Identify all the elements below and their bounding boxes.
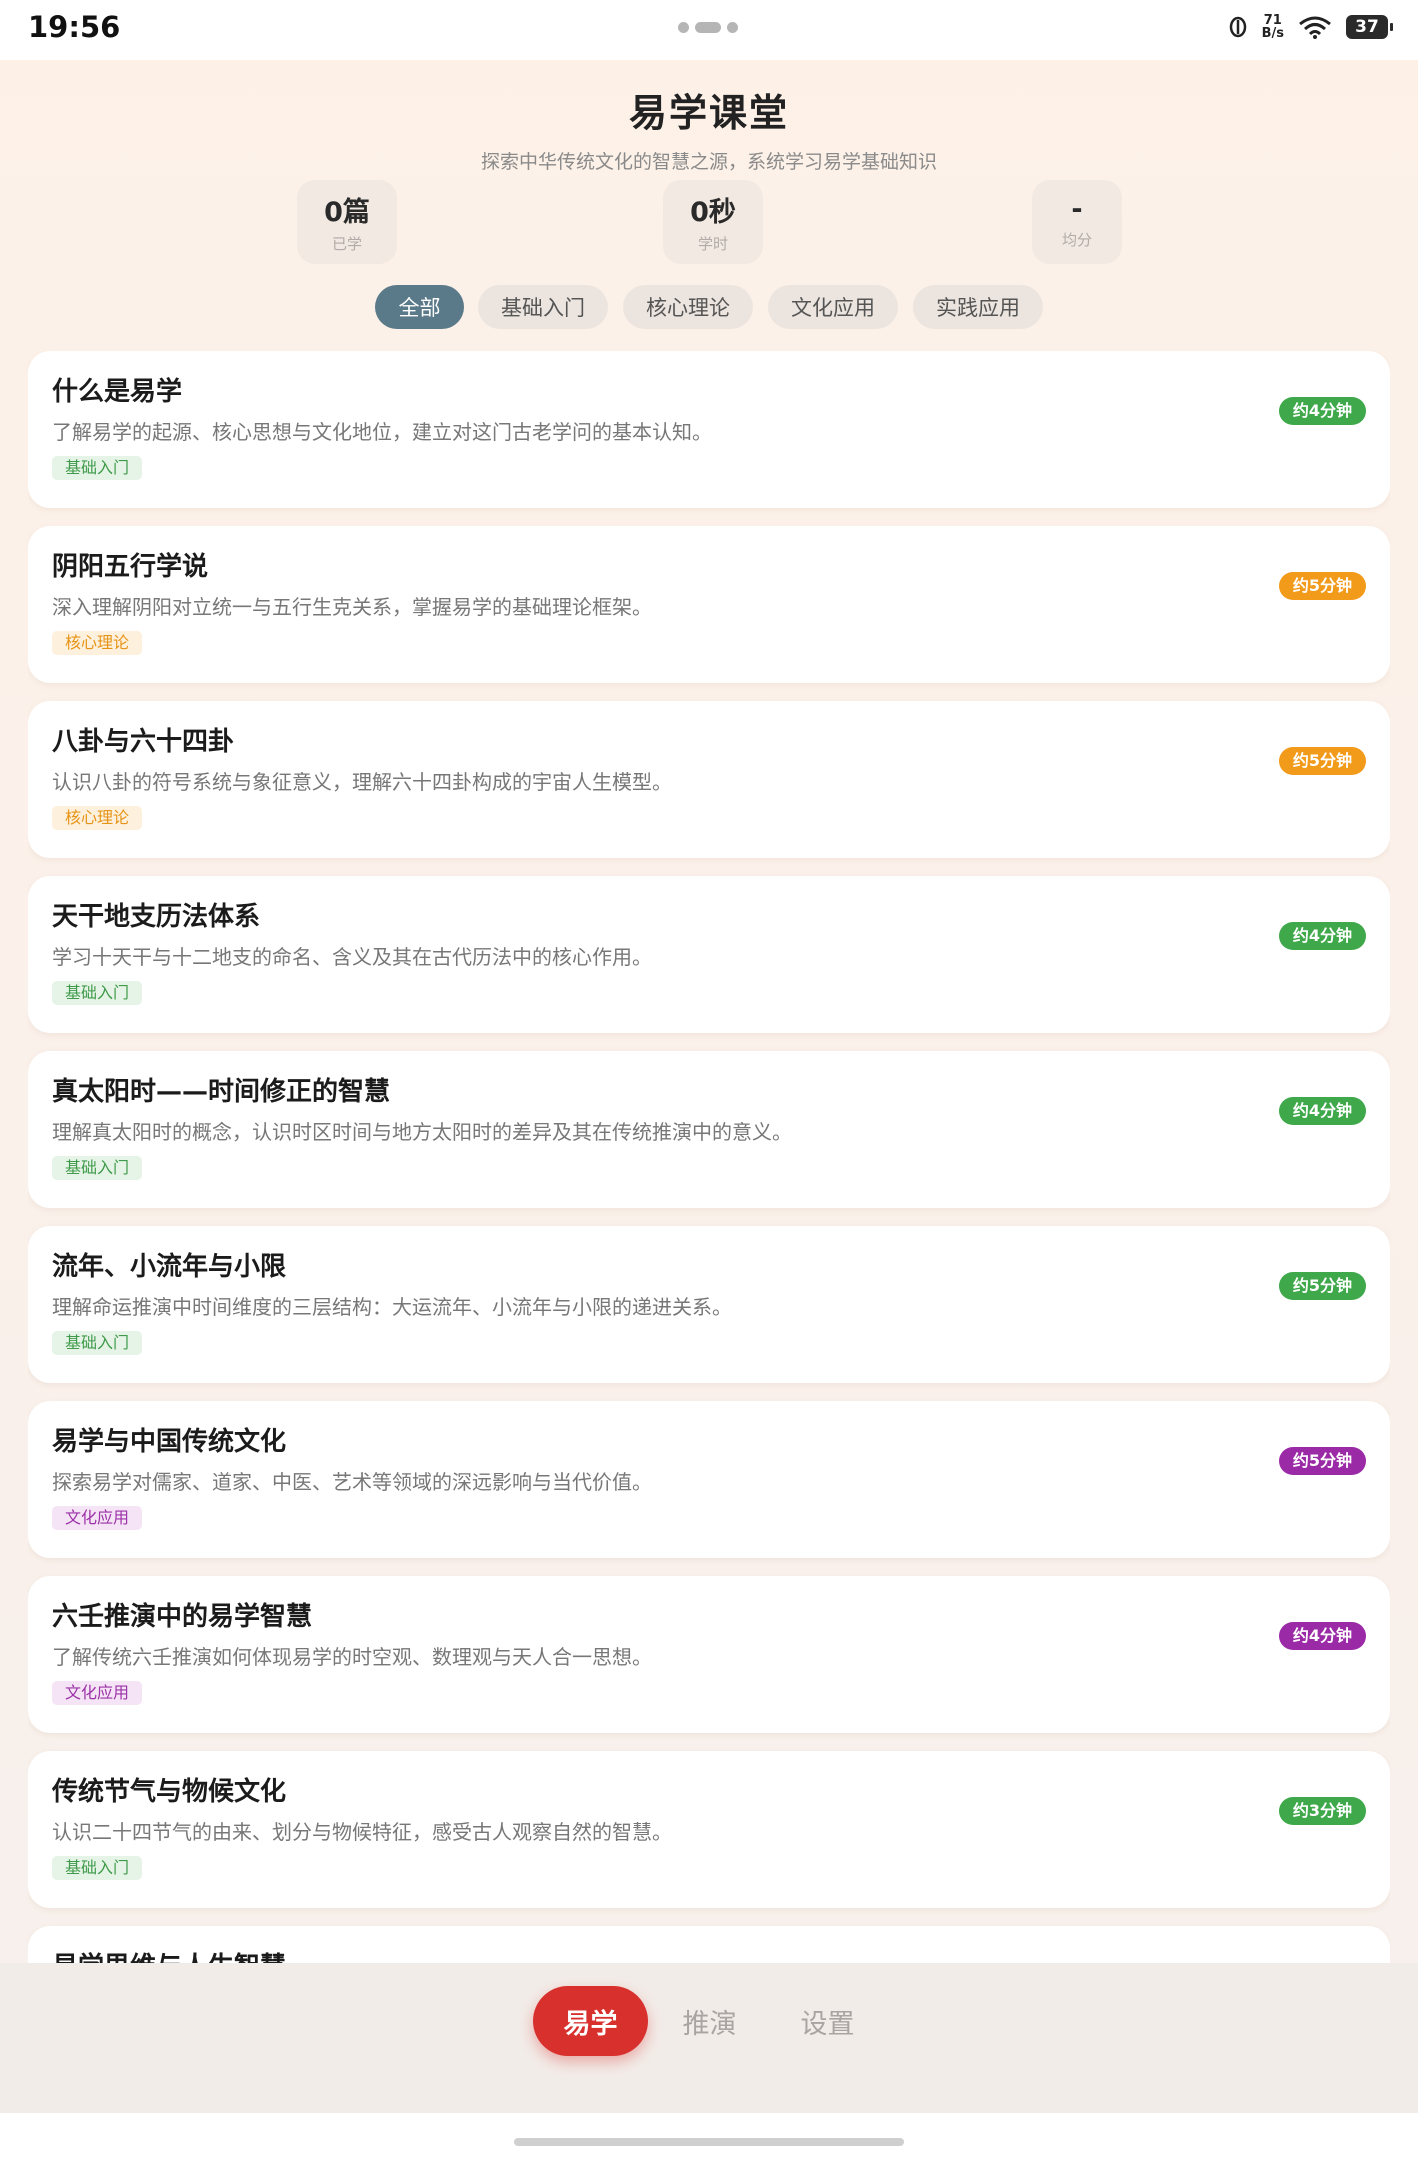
lesson-duration-badge: 约4分钟 (1278, 397, 1366, 425)
lesson-card[interactable]: 天干地支历法体系学习十天干与十二地支的命名、含义及其在古代历法中的核心作用。 基础… (28, 876, 1390, 1033)
lesson-card[interactable]: 流年、小流年与小限理解命运推演中时间维度的三层结构：大运流年、小流年与小限的递进… (28, 1226, 1390, 1383)
lesson-description: 了解易学的起源、核心思想与文化地位，建立对这门古老学问的基本认知。 (52, 420, 712, 444)
lesson-title: 易学与中国传统文化 (52, 1427, 287, 1457)
stat-value: 0篇 (324, 197, 370, 228)
lesson-description: 认识二十四节气的由来、划分与物候特征，感受古人观察自然的智慧。 (52, 1820, 672, 1844)
battery-icon: 37 (1346, 15, 1393, 39)
stat-label: 学时 (697, 235, 728, 253)
status-icons: 71 B/s 37 (1228, 14, 1393, 40)
lesson-duration-badge: 约4分钟 (1278, 1097, 1366, 1125)
lesson-duration-badge: 约5分钟 (1278, 572, 1366, 600)
lesson-duration-badge: 约5分钟 (1278, 1447, 1366, 1475)
stat-label: 均分 (1061, 231, 1092, 249)
lesson-category-tag: 核心理论 (52, 806, 143, 830)
stat-average-score: - 均分 (1032, 180, 1122, 264)
lesson-title: 易学思维与人生智慧 (52, 1946, 286, 1963)
lesson-duration-badge: 约4分钟 (1278, 922, 1366, 950)
lesson-duration-badge: 约3分钟 (1278, 1797, 1366, 1825)
lesson-category-tag: 文化应用 (52, 1681, 143, 1705)
lesson-title: 传统节气与物候文化 (52, 1777, 287, 1807)
lesson-list[interactable]: 什么是易学了解易学的起源、核心思想与文化地位，建立对这门古老学问的基本认知。 基础… (28, 351, 1390, 1963)
lesson-title: 六壬推演中的易学智慧 (52, 1602, 313, 1632)
nav-tab-settings[interactable]: 设置 (780, 1986, 875, 2056)
lesson-category-tag: 文化应用 (52, 1506, 143, 1530)
lesson-card[interactable]: 真太阳时——时间修正的智慧理解真太阳时的概念，认识时区时间与地方太阳时的差异及其… (28, 1051, 1390, 1208)
network-speed-unit: B/s (1261, 26, 1284, 41)
page-subtitle: 探索中华传统文化的智慧之源，系统学习易学基础知识 (480, 151, 937, 173)
lesson-description: 了解传统六壬推演如何体现易学的时空观、数理观与天人合一思想。 (52, 1645, 652, 1669)
stat-value: - (1071, 194, 1083, 225)
battery-level: 37 (1355, 17, 1379, 37)
filter-chip-core-theory[interactable]: 核心理论 (623, 285, 753, 329)
lesson-title: 阴阳五行学说 (52, 552, 209, 582)
page-title: 易学课堂 (628, 91, 789, 135)
stat-label: 已学 (331, 235, 362, 253)
lesson-duration-badge: 约4分钟 (1278, 1622, 1366, 1650)
stats-row: 0篇 已学 0秒 学时 - 均分 (0, 180, 1418, 264)
lesson-title: 什么是易学 (52, 377, 183, 407)
page-header: 易学课堂 探索中华传统文化的智慧之源，系统学习易学基础知识 (0, 60, 1418, 174)
lesson-title: 流年、小流年与小限 (52, 1252, 287, 1282)
window-handle[interactable] (678, 22, 738, 33)
lesson-duration-badge: 约5分钟 (1278, 1272, 1366, 1300)
lesson-title: 天干地支历法体系 (52, 902, 261, 932)
status-time: 19:56 (28, 10, 121, 44)
nfc-icon (1229, 16, 1246, 38)
lesson-card[interactable]: 易学思维与人生智慧 (28, 1926, 1390, 1963)
lesson-description: 深入理解阴阳对立统一与五行生克关系，掌握易学的基础理论框架。 (52, 595, 652, 619)
nav-tab-yixue[interactable]: 易学 (533, 1986, 648, 2056)
lesson-card[interactable]: 八卦与六十四卦认识八卦的符号系统与象征意义，理解六十四卦构成的宇宙人生模型。 核心… (28, 701, 1390, 858)
lesson-title: 八卦与六十四卦 (52, 727, 235, 757)
lesson-category-tag: 基础入门 (52, 1856, 143, 1880)
stat-value: 0秒 (690, 197, 736, 228)
category-filter-bar: 全部 基础入门 核心理论 文化应用 实践应用 (0, 285, 1418, 329)
status-bar: 19:56 71 B/s 37 (0, 0, 1418, 60)
bottom-navigation: 易学 推演 设置 (0, 1963, 1418, 2113)
lesson-description: 探索易学对儒家、道家、中医、艺术等领域的深远影响与当代价值。 (52, 1470, 652, 1494)
lesson-description: 认识八卦的符号系统与象征意义，理解六十四卦构成的宇宙人生模型。 (52, 770, 672, 794)
lesson-description: 学习十天干与十二地支的命名、含义及其在古代历法中的核心作用。 (52, 945, 652, 969)
stat-learned: 0篇 已学 (297, 180, 397, 264)
nav-tab-tuiyan[interactable]: 推演 (662, 1986, 757, 2056)
lesson-card[interactable]: 阴阳五行学说深入理解阴阳对立统一与五行生克关系，掌握易学的基础理论框架。 核心理论… (28, 526, 1390, 683)
stat-study-time: 0秒 学时 (663, 180, 763, 264)
wifi-icon (1299, 16, 1331, 39)
filter-chip-practice[interactable]: 实践应用 (913, 285, 1043, 329)
filter-chip-culture[interactable]: 文化应用 (768, 285, 898, 329)
lesson-category-tag: 基础入门 (52, 981, 143, 1005)
gesture-area (0, 2113, 1418, 2158)
lesson-card[interactable]: 传统节气与物候文化认识二十四节气的由来、划分与物候特征，感受古人观察自然的智慧。… (28, 1751, 1390, 1908)
lesson-title: 真太阳时——时间修正的智慧 (52, 1077, 391, 1107)
filter-chip-basics[interactable]: 基础入门 (478, 285, 608, 329)
network-speed: 71 B/s (1262, 14, 1284, 40)
lesson-description: 理解命运推演中时间维度的三层结构：大运流年、小流年与小限的递进关系。 (52, 1295, 732, 1319)
lesson-duration-badge: 约5分钟 (1278, 747, 1366, 775)
lesson-card[interactable]: 易学与中国传统文化探索易学对儒家、道家、中医、艺术等领域的深远影响与当代价值。文… (28, 1401, 1390, 1558)
lesson-description: 理解真太阳时的概念，认识时区时间与地方太阳时的差异及其在传统推演中的意义。 (52, 1120, 792, 1144)
lesson-card[interactable]: 六壬推演中的易学智慧了解传统六壬推演如何体现易学的时空观、数理观与天人合一思想。… (28, 1576, 1390, 1733)
lesson-category-tag: 基础入门 (52, 456, 143, 480)
lesson-category-tag: 基础入门 (52, 1156, 143, 1180)
home-indicator[interactable] (514, 2138, 904, 2146)
filter-chip-all[interactable]: 全部 (375, 285, 464, 329)
lesson-category-tag: 核心理论 (52, 631, 143, 655)
lesson-card[interactable]: 什么是易学了解易学的起源、核心思想与文化地位，建立对这门古老学问的基本认知。 基础… (28, 351, 1390, 508)
lesson-category-tag: 基础入门 (52, 1331, 143, 1355)
